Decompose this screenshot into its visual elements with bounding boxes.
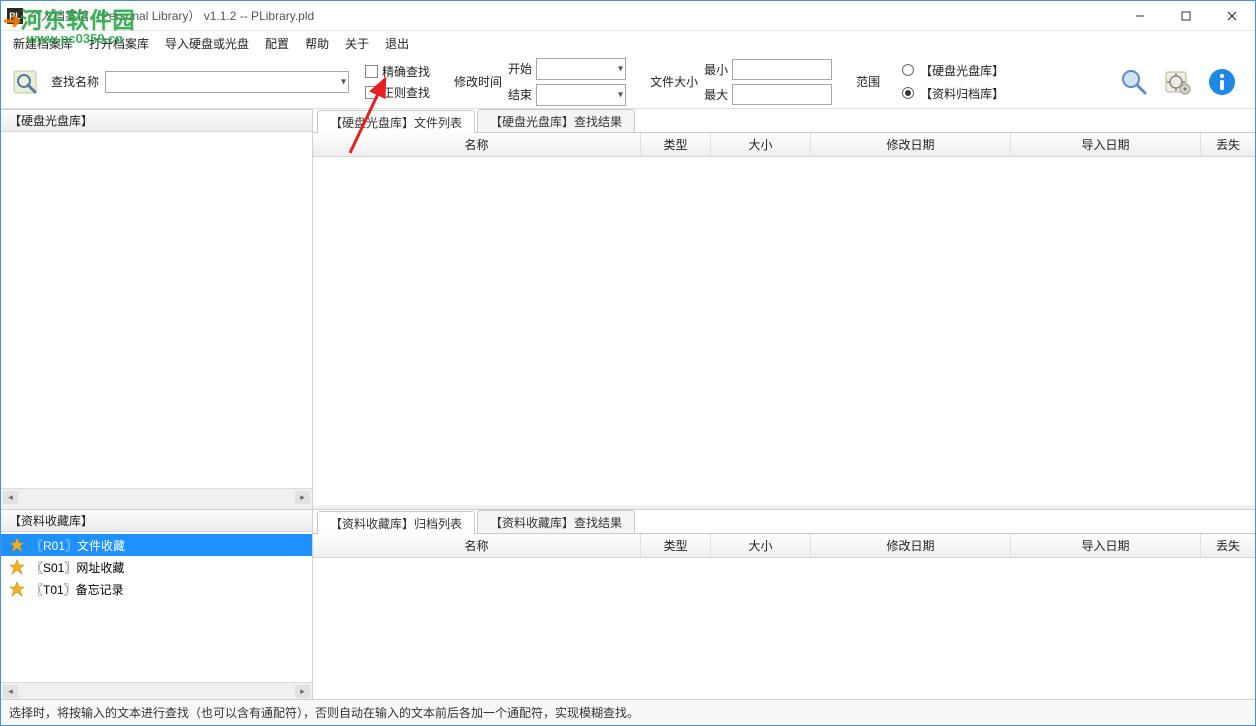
collection-header: 【资料收藏库】 xyxy=(1,510,312,532)
menu-help[interactable]: 帮助 xyxy=(297,32,337,55)
tab-disk-file-list[interactable]: 【硬盘光盘库】文件列表 xyxy=(317,110,475,133)
maximize-button[interactable] xyxy=(1163,1,1209,31)
radio-archive-lib[interactable] xyxy=(902,87,914,99)
exact-search-checkbox[interactable] xyxy=(365,65,378,78)
collection-tree[interactable]: 〖R01〗文件收藏 〖S01〗网址收藏 〖T01〗备忘记录 xyxy=(1,532,312,682)
file-list-panel: 【硬盘光盘库】文件列表 【硬盘光盘库】查找结果 名称 类型 大小 修改日期 导入… xyxy=(313,109,1255,505)
col-lost[interactable]: 丢失 xyxy=(1201,133,1255,156)
menu-about[interactable]: 关于 xyxy=(337,32,377,55)
titlebar: PL 个人档案馆（Personal Library） v1.1.2 -- PLi… xyxy=(1,1,1255,31)
col-size[interactable]: 大小 xyxy=(711,133,811,156)
regex-search-checkbox[interactable] xyxy=(365,86,378,99)
disk-lib-hscroll[interactable]: ◂ ▸ xyxy=(1,488,312,505)
archive-grid-header: 名称 类型 大小 修改日期 导入日期 丢失 xyxy=(313,534,1255,558)
col-import-date[interactable]: 导入日期 xyxy=(1011,534,1201,557)
end-label: 结束 xyxy=(508,86,532,103)
scroll-right-icon[interactable]: ▸ xyxy=(295,685,310,698)
toolbar-settings-button[interactable] xyxy=(1161,65,1195,99)
disk-library-header: 【硬盘光盘库】 xyxy=(1,110,312,132)
col-mod-date[interactable]: 修改日期 xyxy=(811,133,1011,156)
tree-item-label: 〖S01〗网址收藏 xyxy=(31,559,124,576)
toolbar: 查找名称 ▾ 精确查找 正则查找 修改时间 开始 ▾ 结束 ▾ xyxy=(1,55,1255,109)
close-button[interactable] xyxy=(1209,1,1255,31)
tab-archive-search-result[interactable]: 【资料收藏库】查找结果 xyxy=(477,510,635,533)
start-time-combo[interactable]: ▾ xyxy=(536,58,626,80)
radio-disk-label: 【硬盘光盘库】 xyxy=(920,62,1004,79)
mod-time-label: 修改时间 xyxy=(454,73,502,90)
archive-list-tabs: 【资料收藏库】归档列表 【资料收藏库】查找结果 xyxy=(313,510,1255,534)
radio-disk-lib[interactable] xyxy=(902,64,914,76)
search-icon xyxy=(9,64,45,100)
col-size[interactable]: 大小 xyxy=(711,534,811,557)
disk-library-panel: 【硬盘光盘库】 ◂ ▸ xyxy=(1,109,312,505)
statusbar: 选择时，将按输入的文本进行查找（也可以含有通配符），否则自动在输入的文本前后各加… xyxy=(1,699,1255,725)
menu-exit[interactable]: 退出 xyxy=(377,32,417,55)
min-size-input[interactable] xyxy=(732,59,832,80)
disk-library-tree[interactable] xyxy=(1,132,312,488)
tree-item-url-collection[interactable]: 〖S01〗网址收藏 xyxy=(1,556,312,578)
regex-search-label: 正则查找 xyxy=(382,84,430,101)
tab-disk-search-result[interactable]: 【硬盘光盘库】查找结果 xyxy=(477,109,635,132)
file-list-tabs: 【硬盘光盘库】文件列表 【硬盘光盘库】查找结果 xyxy=(313,109,1255,133)
star-icon xyxy=(9,559,25,575)
radio-archive-label: 【资料归档库】 xyxy=(920,85,1004,102)
collection-panel: 【资料收藏库】 〖R01〗文件收藏 〖S01〗网址收藏 〖T01〗备忘记录 xyxy=(1,509,312,699)
exact-search-label: 精确查找 xyxy=(382,63,430,80)
app-icon: PL xyxy=(7,8,23,24)
chevron-down-icon: ▾ xyxy=(618,63,623,74)
min-label: 最小 xyxy=(704,61,728,78)
status-text: 选择时，将按输入的文本进行查找（也可以含有通配符），否则自动在输入的文本前后各加… xyxy=(9,704,639,721)
col-name[interactable]: 名称 xyxy=(313,133,641,156)
star-icon xyxy=(9,537,25,553)
main-area: 【硬盘光盘库】 ◂ ▸ 【资料收藏库】 〖R01〗文件收藏 〖S01〗网址收藏 xyxy=(1,109,1255,699)
tab-archive-list[interactable]: 【资料收藏库】归档列表 xyxy=(317,511,475,534)
menu-open-archive[interactable]: 打开档案库 xyxy=(81,32,157,55)
archive-list-panel: 【资料收藏库】归档列表 【资料收藏库】查找结果 名称 类型 大小 修改日期 导入… xyxy=(313,509,1255,699)
minimize-button[interactable] xyxy=(1117,1,1163,31)
search-name-label: 查找名称 xyxy=(51,73,99,90)
start-label: 开始 xyxy=(508,60,532,77)
tree-item-memo[interactable]: 〖T01〗备忘记录 xyxy=(1,578,312,600)
chevron-down-icon: ▾ xyxy=(341,76,346,87)
toolbar-info-button[interactable] xyxy=(1205,65,1239,99)
file-size-label: 文件大小 xyxy=(650,73,698,90)
tree-item-label: 〖T01〗备忘记录 xyxy=(31,581,124,598)
left-column: 【硬盘光盘库】 ◂ ▸ 【资料收藏库】 〖R01〗文件收藏 〖S01〗网址收藏 xyxy=(1,109,313,699)
scroll-left-icon[interactable]: ◂ xyxy=(3,685,18,698)
toolbar-search-button[interactable] xyxy=(1117,65,1151,99)
menu-import-disk[interactable]: 导入硬盘或光盘 xyxy=(157,32,257,55)
file-list-grid-header: 名称 类型 大小 修改日期 导入日期 丢失 xyxy=(313,133,1255,157)
star-icon xyxy=(9,581,25,597)
max-label: 最大 xyxy=(704,86,728,103)
range-label: 范围 xyxy=(856,73,880,90)
tree-item-file-collection[interactable]: 〖R01〗文件收藏 xyxy=(1,534,312,556)
max-size-input[interactable] xyxy=(732,84,832,105)
end-time-combo[interactable]: ▾ xyxy=(536,84,626,106)
menu-config[interactable]: 配置 xyxy=(257,32,297,55)
menu-new-archive[interactable]: 新建档案库 xyxy=(5,32,81,55)
right-column: 【硬盘光盘库】文件列表 【硬盘光盘库】查找结果 名称 类型 大小 修改日期 导入… xyxy=(313,109,1255,699)
window-title: 个人档案馆（Personal Library） v1.1.2 -- PLibra… xyxy=(29,7,1117,24)
menubar: 新建档案库 打开档案库 导入硬盘或光盘 配置 帮助 关于 退出 xyxy=(1,31,1255,55)
search-name-combo[interactable]: ▾ xyxy=(105,71,349,93)
collection-hscroll[interactable]: ◂ ▸ xyxy=(1,682,312,699)
col-mod-date[interactable]: 修改日期 xyxy=(811,534,1011,557)
col-type[interactable]: 类型 xyxy=(641,133,711,156)
archive-grid-body[interactable] xyxy=(313,558,1255,699)
chevron-down-icon: ▾ xyxy=(618,89,623,100)
col-import-date[interactable]: 导入日期 xyxy=(1011,133,1201,156)
col-type[interactable]: 类型 xyxy=(641,534,711,557)
col-name[interactable]: 名称 xyxy=(313,534,641,557)
scroll-left-icon[interactable]: ◂ xyxy=(3,491,18,504)
scroll-right-icon[interactable]: ▸ xyxy=(295,491,310,504)
col-lost[interactable]: 丢失 xyxy=(1201,534,1255,557)
file-list-grid-body[interactable] xyxy=(313,157,1255,505)
tree-item-label: 〖R01〗文件收藏 xyxy=(31,537,125,554)
